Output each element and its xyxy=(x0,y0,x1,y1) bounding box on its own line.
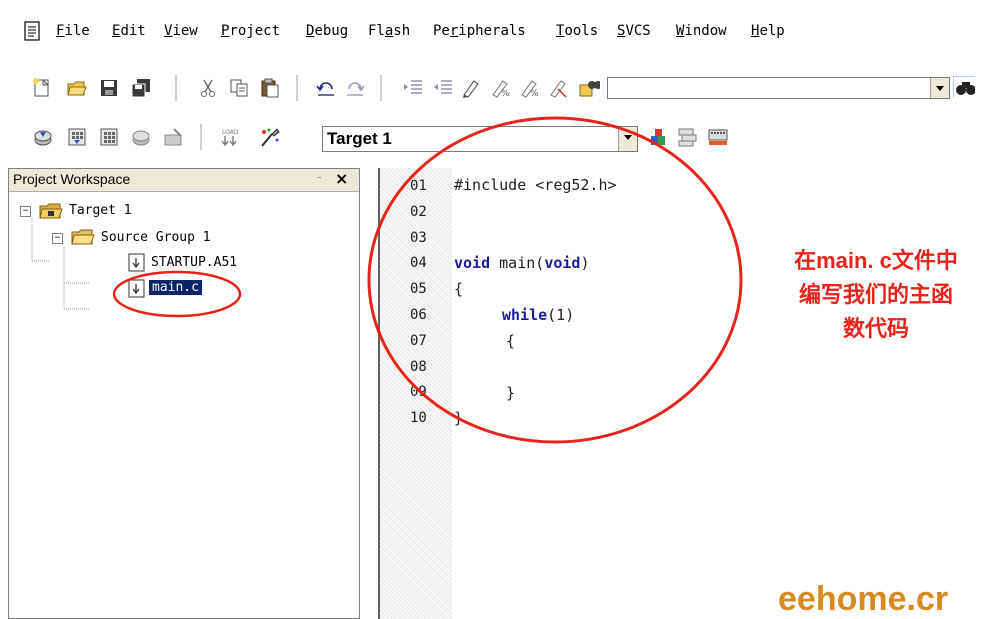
svg-text:%: % xyxy=(501,89,510,99)
project-workspace-panel: Project Workspace - × − Target 1 − Sourc… xyxy=(8,168,360,619)
menu-item[interactable]: Help xyxy=(751,23,785,39)
find-binoculars-icon[interactable] xyxy=(953,76,975,98)
menu-label: Fl xyxy=(368,23,385,39)
batch-build-icon[interactable] xyxy=(130,126,152,148)
build-target-icon[interactable] xyxy=(66,126,88,148)
menu-item[interactable]: Debug xyxy=(306,23,348,39)
rebuild-all-icon[interactable] xyxy=(98,126,120,148)
annotation-text-part: main. c xyxy=(816,248,892,273)
copy-icon[interactable] xyxy=(228,77,250,99)
annotation-line-1: 在main. c文件中 xyxy=(756,244,996,279)
toolbar-separator xyxy=(200,124,203,150)
menu-item[interactable]: Tools xyxy=(556,23,598,39)
menu-item[interactable]: Window xyxy=(676,23,727,39)
cut-icon[interactable] xyxy=(197,77,219,99)
menu-item[interactable]: Flash xyxy=(368,23,410,39)
menu-label: ile xyxy=(64,23,90,39)
stop-build-icon[interactable] xyxy=(162,126,184,148)
target-options-icon[interactable] xyxy=(258,126,280,148)
menu-label: ools xyxy=(564,23,599,39)
bookmark-prev-icon[interactable]: % xyxy=(489,77,511,99)
menu-label: Pe xyxy=(433,23,450,39)
translate-icon[interactable] xyxy=(32,126,54,148)
download-load-icon[interactable]: LOAD xyxy=(218,126,240,148)
menu-label: roject xyxy=(229,23,281,39)
bookmark-clear-icon[interactable] xyxy=(547,77,569,99)
outdent-icon[interactable] xyxy=(432,77,454,99)
annotation-line-3: 数代码 xyxy=(842,317,909,342)
menu-label: ebug xyxy=(314,23,349,39)
save-icon[interactable] xyxy=(98,77,120,99)
highlight-circle xyxy=(367,116,743,444)
project-workspace-titlebar: Project Workspace - × xyxy=(9,169,359,192)
menu-label: ipherals xyxy=(458,23,526,39)
chevron-down-icon[interactable] xyxy=(930,78,949,98)
source-group-folder-icon xyxy=(71,229,95,245)
bookmark-next-icon[interactable]: % xyxy=(518,77,540,99)
toolbar-separator xyxy=(380,75,383,101)
new-file-icon[interactable] xyxy=(31,77,53,99)
annotation-text: 在main. c文件中 编写我们的主函 数代码 xyxy=(756,244,996,347)
indent-icon[interactable] xyxy=(402,77,424,99)
pin-icon[interactable]: - xyxy=(317,170,322,185)
menu-label: indow xyxy=(684,23,727,39)
menu-label: sh xyxy=(393,23,411,39)
save-all-icon[interactable] xyxy=(130,77,152,99)
code-editor[interactable]: 01 02 03 04 05 06 07 08 09 10 #include <reg52.h> … xyxy=(367,116,1001,619)
collapse-group-toggle[interactable]: − xyxy=(52,233,63,244)
annotation-text-part: 在 xyxy=(794,249,817,274)
menu-bar: File Edit View Project Debug Flash Peripherals… xyxy=(0,0,1001,62)
open-folder-icon[interactable] xyxy=(66,77,88,99)
annotation-line-2: 编写我们的主函 xyxy=(798,283,953,308)
project-workspace-title: Project Workspace xyxy=(13,171,131,187)
menu-label: VCS xyxy=(625,23,651,39)
highlight-ellipse xyxy=(112,270,242,318)
undo-icon[interactable] xyxy=(315,77,337,99)
paste-icon[interactable] xyxy=(259,77,281,99)
redo-icon[interactable] xyxy=(344,77,366,99)
menu-label: iew xyxy=(172,23,198,39)
svg-text:LOAD: LOAD xyxy=(222,129,239,136)
menu-label: elp xyxy=(759,23,785,39)
collapse-target-toggle[interactable]: − xyxy=(20,206,31,217)
tree-target[interactable]: Target 1 xyxy=(69,203,132,218)
menu-item[interactable]: Peripherals xyxy=(433,23,526,39)
file-toolbar: % % xyxy=(0,62,1001,114)
bookmark-toggle-icon[interactable] xyxy=(460,77,482,99)
annotation-text-part: 文件中 xyxy=(891,249,958,274)
find-in-files-icon[interactable] xyxy=(578,77,600,99)
toolbar-separator xyxy=(296,75,299,101)
menu-label: dit xyxy=(120,23,146,39)
find-text-combobox[interactable] xyxy=(607,77,950,99)
tree-source-group[interactable]: Source Group 1 xyxy=(101,230,211,245)
menu-item[interactable]: SVCS xyxy=(617,23,651,39)
menu-item[interactable]: File xyxy=(56,23,90,39)
toolbar-separator xyxy=(175,75,178,101)
close-icon[interactable]: × xyxy=(335,169,348,188)
svg-text:%: % xyxy=(530,89,539,99)
menu-item[interactable]: Project xyxy=(221,23,280,39)
document-icon xyxy=(24,21,40,41)
watermark: eehome.cr xyxy=(778,580,949,618)
target-folder-icon xyxy=(39,203,63,219)
menu-item[interactable]: Edit xyxy=(112,23,146,39)
menu-item[interactable]: View xyxy=(164,23,198,39)
